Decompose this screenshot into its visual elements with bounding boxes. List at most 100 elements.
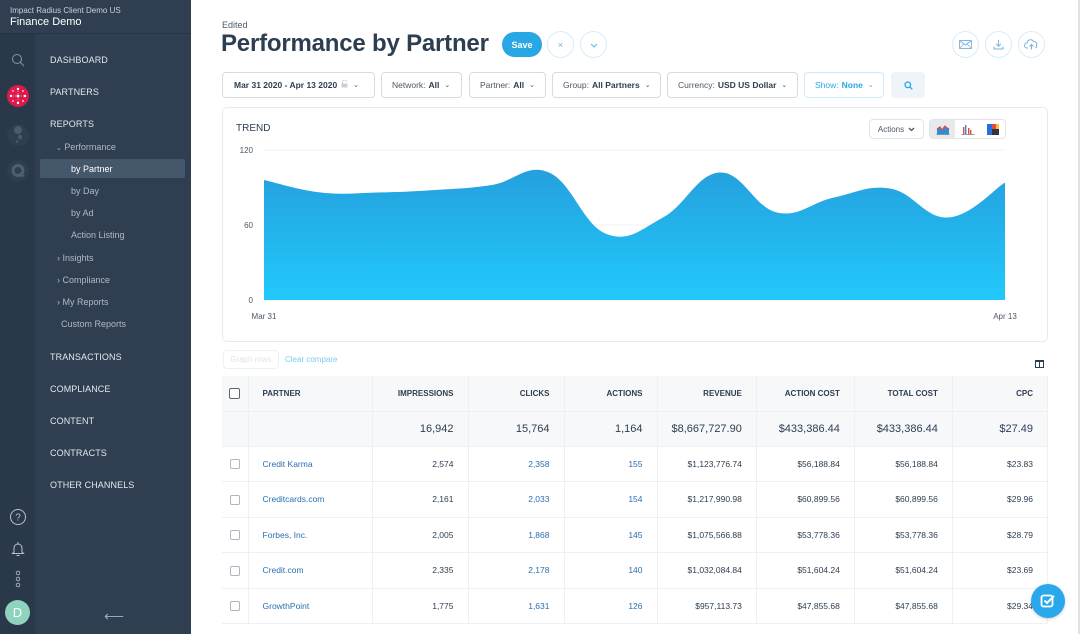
data-point[interactable] <box>1003 181 1007 185</box>
data-point[interactable] <box>547 171 551 175</box>
chevron-down-icon <box>908 127 915 131</box>
row-checkbox[interactable] <box>229 459 240 470</box>
more-options-button[interactable] <box>580 31 607 58</box>
clear-compare-link[interactable]: Clear compare <box>285 355 337 364</box>
cell-clicks[interactable]: 1,631 <box>468 588 565 624</box>
nav-contracts[interactable]: CONTRACTS <box>50 448 107 458</box>
nav-by-partner[interactable]: by Partner <box>71 164 113 174</box>
cell-partner-link[interactable]: Creditcards.com <box>248 481 373 518</box>
task-checklist-button[interactable] <box>1031 584 1065 618</box>
more-icon[interactable] <box>7 568 29 590</box>
cell-clicks[interactable]: 1,868 <box>468 517 565 553</box>
chart-actions-dropdown[interactable]: Actions <box>869 119 924 139</box>
row-checkbox[interactable] <box>229 565 240 576</box>
column-settings-button[interactable] <box>1035 355 1044 373</box>
data-point[interactable] <box>889 187 893 191</box>
data-point[interactable] <box>262 178 266 182</box>
collapse-sidebar-icon[interactable]: ⟵ <box>104 608 124 625</box>
email-button[interactable] <box>952 31 979 58</box>
cell-actions[interactable]: 140 <box>564 552 658 589</box>
q-logo-icon[interactable] <box>7 160 29 182</box>
col-action-cost[interactable]: ACTION COST <box>756 376 855 412</box>
cell-clicks[interactable]: 2,033 <box>468 481 565 518</box>
col-clicks[interactable]: CLICKS <box>468 376 565 412</box>
data-point[interactable] <box>775 211 779 215</box>
nav-by-ad[interactable]: by Ad <box>71 208 94 218</box>
data-point[interactable] <box>433 188 437 192</box>
currency-filter[interactable]: Currency: USD US Dollar ⌄ <box>667 72 798 98</box>
data-point[interactable] <box>946 216 950 220</box>
select-all-checkbox[interactable] <box>229 387 241 399</box>
account-header[interactable]: Impact Radius Client Demo US Finance Dem… <box>0 0 191 34</box>
col-impressions[interactable]: IMPRESSIONS <box>372 376 469 412</box>
nav-dashboard[interactable]: DASHBOARD <box>50 55 108 65</box>
row-checkbox[interactable] <box>229 601 240 612</box>
nav-reports[interactable]: REPORTS <box>50 119 94 129</box>
bell-icon[interactable] <box>7 538 29 560</box>
network-filter[interactable]: Network: All ⌄ <box>381 72 462 98</box>
cell-clicks[interactable]: 2,178 <box>468 552 565 589</box>
data-point[interactable] <box>661 216 665 220</box>
col-revenue[interactable]: REVENUE <box>657 376 757 412</box>
graph-rows-button[interactable]: Graph rows <box>223 350 279 369</box>
row-checkbox[interactable] <box>229 530 240 541</box>
nav-my-reports[interactable]: › My Reports <box>57 297 109 307</box>
data-point[interactable] <box>718 171 722 175</box>
table-row: Creditcards.com 2,161 2,033 154 $1,217,990.9… <box>222 481 1049 518</box>
row-checkbox[interactable] <box>229 494 240 505</box>
download-icon <box>993 40 1004 50</box>
nav-by-day[interactable]: by Day <box>71 186 99 196</box>
cell-clicks[interactable]: 2,358 <box>468 446 565 482</box>
search-icon[interactable] <box>7 49 29 71</box>
save-button[interactable]: Save <box>502 32 542 57</box>
nav-partners[interactable]: PARTNERS <box>50 87 99 97</box>
nav-insights[interactable]: › Insights <box>57 253 94 263</box>
nav-action-listing[interactable]: Action Listing <box>71 230 125 240</box>
area-view-button[interactable] <box>930 120 955 138</box>
cell-actions[interactable]: 154 <box>564 481 658 518</box>
help-icon[interactable]: ? <box>7 506 29 528</box>
nav-compliance-reports[interactable]: › Compliance <box>57 275 110 285</box>
avatar[interactable]: D <box>5 600 30 625</box>
cell-partner-link[interactable]: Credit Karma <box>248 446 373 482</box>
data-point[interactable] <box>376 191 380 195</box>
y-tick-label: 60 <box>244 221 253 230</box>
date-range-filter[interactable]: Mar 31 2020 - Apr 13 2020 ⌄ <box>222 72 375 98</box>
bubbles-icon[interactable] <box>7 124 29 146</box>
nav-performance[interactable]: ⌄ Performance <box>56 142 116 152</box>
col-partner[interactable]: PARTNER <box>248 376 373 412</box>
col-actions[interactable]: ACTIONS <box>564 376 658 412</box>
data-point[interactable] <box>832 196 836 200</box>
download-button[interactable] <box>985 31 1012 58</box>
cell-action-cost: $51,604.24 <box>756 552 855 589</box>
cloud-upload-button[interactable] <box>1018 31 1045 58</box>
nav-transactions[interactable]: TRANSACTIONS <box>50 352 122 362</box>
data-point[interactable] <box>490 183 494 187</box>
treemap-view-button[interactable] <box>980 120 1005 138</box>
cell-actions[interactable]: 126 <box>564 588 658 624</box>
col-cpc[interactable]: CPC <box>952 376 1049 412</box>
cell-partner-link[interactable]: GrowthPoint <box>248 588 373 624</box>
cell-partner-link[interactable]: Forbes, Inc. <box>248 517 373 553</box>
discard-button[interactable]: × <box>547 31 574 58</box>
show-filter[interactable]: Show: None ⌄ <box>804 72 884 98</box>
run-search-button[interactable] <box>891 72 925 98</box>
partner-filter[interactable]: Partner: All ⌄ <box>469 72 546 98</box>
bar-view-button[interactable] <box>955 120 980 138</box>
y-tick-label: 0 <box>249 296 254 305</box>
col-total-cost[interactable]: TOTAL COST <box>854 376 953 412</box>
cell-actions[interactable]: 145 <box>564 517 658 553</box>
chevron-down-icon: ⌄ <box>353 82 360 89</box>
nav-custom-reports[interactable]: Custom Reports <box>61 319 126 329</box>
data-point[interactable] <box>604 232 608 236</box>
area-chart-icon <box>936 124 949 135</box>
nav-content[interactable]: CONTENT <box>50 416 94 426</box>
nav-compliance[interactable]: COMPLIANCE <box>50 384 111 394</box>
partners-network-icon[interactable] <box>7 85 29 107</box>
group-filter[interactable]: Group: All Partners ⌄ <box>552 72 661 98</box>
data-point[interactable] <box>319 191 323 195</box>
cell-partner-link[interactable]: Credit.com <box>248 552 373 589</box>
table-row: Credit Karma 2,574 2,358 155 $1,123,776.74 $5… <box>222 446 1049 482</box>
cell-actions[interactable]: 155 <box>564 446 658 482</box>
nav-other-channels[interactable]: OTHER CHANNELS <box>50 480 134 490</box>
